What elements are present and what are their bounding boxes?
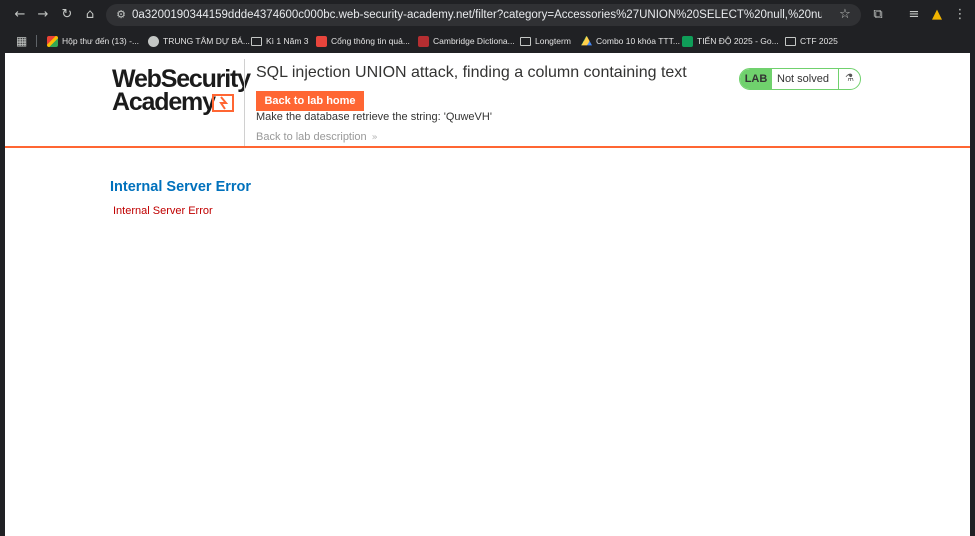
bookmark-label: Cổng thông tin quả...: [331, 36, 410, 46]
reload-icon[interactable]: ↻: [59, 7, 75, 23]
bookmark-label: Hộp thư đến (13) -...: [62, 36, 140, 46]
header-divider: [244, 59, 245, 146]
double-chevron-right-icon: »: [371, 131, 378, 143]
lab-status-widget: LAB Not solved ⚗: [739, 68, 861, 90]
bookmark-item[interactable]: Combo 10 khóa TTT...: [581, 32, 680, 50]
back-to-lab-description-link[interactable]: Back to lab description »: [256, 131, 378, 143]
media-control-icon[interactable]: ≡: [906, 7, 922, 23]
back-arrow-icon[interactable]: ←: [12, 7, 28, 23]
browser-toolbar: ← → ↻ ⌂ ⚙ 0a3200190344159ddde4374600c000…: [0, 0, 975, 30]
bookmark-label: Combo 10 khóa TTT...: [596, 36, 680, 46]
bookmark-label: Longterm: [535, 36, 571, 46]
browser-window: ← → ↻ ⌂ ⚙ 0a3200190344159ddde4374600c000…: [0, 0, 975, 536]
forward-arrow-icon[interactable]: →: [35, 7, 51, 23]
bookmark-item[interactable]: Cambridge Dictiona...: [418, 32, 515, 50]
bookmark-label: Cambridge Dictiona...: [433, 36, 515, 46]
back-link-label: Back to lab description: [256, 131, 367, 143]
sheets-icon: [682, 35, 693, 47]
bookmark-star-icon[interactable]: ☆: [837, 7, 853, 23]
bookmarks-bar: ▦ Hộp thư đến (13) -... TRUNG TÂM DỰ BÁ.…: [0, 30, 975, 52]
bookmark-item[interactable]: Cổng thông tin quả...: [316, 32, 410, 50]
portal-icon: [316, 35, 327, 47]
folder-icon: [520, 36, 531, 46]
web-security-academy-logo[interactable]: WebSecurity Academy: [112, 66, 251, 116]
page-viewport: WebSecurity Academy SQL injection UNION …: [5, 53, 970, 536]
bookmarks-separator: [36, 35, 37, 47]
lab-status-tag: LAB: [740, 69, 772, 89]
address-bar[interactable]: ⚙ 0a3200190344159ddde4374600c000bc.web-s…: [106, 4, 861, 26]
lab-status-text: Not solved: [777, 73, 829, 85]
bookmark-item[interactable]: Kì 1 Năm 3: [251, 32, 309, 50]
bookmark-item[interactable]: Hộp thư đến (13) -...: [47, 32, 139, 50]
bookmark-item[interactable]: TIẾN ĐỘ 2025 - Go...: [682, 32, 779, 50]
bookmark-label: CTF 2025: [800, 36, 838, 46]
profile-icon[interactable]: ▲: [929, 7, 945, 23]
extensions-icon[interactable]: ⧉: [870, 7, 886, 23]
gmail-icon: [47, 35, 58, 47]
menu-icon[interactable]: ⋮: [952, 7, 968, 23]
logo-text-line2: Academy: [112, 88, 216, 116]
bookmark-item[interactable]: CTF 2025: [785, 32, 838, 50]
bookmark-item[interactable]: Longterm: [520, 32, 571, 50]
apps-grid-icon[interactable]: ▦: [16, 33, 30, 49]
url-text[interactable]: 0a3200190344159ddde4374600c000bc.web-sec…: [132, 4, 822, 26]
bookmark-label: TRUNG TÂM DỰ BÁ...: [163, 36, 250, 46]
lab-objective: Make the database retrieve the string: '…: [256, 111, 492, 123]
flask-icon: ⚗: [838, 69, 860, 89]
window-edge: [970, 53, 975, 536]
lab-title: SQL injection UNION attack, finding a co…: [256, 64, 687, 81]
folder-icon: [251, 36, 262, 46]
back-to-lab-home-button[interactable]: Back to lab home: [256, 91, 364, 111]
site-info-icon[interactable]: ⚙: [114, 7, 128, 23]
lightning-logo-icon: [212, 94, 234, 112]
error-message: Internal Server Error: [113, 205, 213, 217]
home-icon[interactable]: ⌂: [82, 7, 98, 23]
error-title: Internal Server Error: [110, 179, 252, 195]
folder-icon: [785, 36, 796, 46]
bookmark-label: Kì 1 Năm 3: [266, 36, 309, 46]
drive-icon: [581, 35, 592, 46]
lab-header: WebSecurity Academy SQL injection UNION …: [5, 53, 970, 148]
bookmark-label: TIẾN ĐỘ 2025 - Go...: [697, 36, 779, 46]
cambridge-icon: [418, 35, 429, 47]
globe-icon: [148, 35, 159, 47]
bookmark-item[interactable]: TRUNG TÂM DỰ BÁ...: [148, 32, 250, 50]
